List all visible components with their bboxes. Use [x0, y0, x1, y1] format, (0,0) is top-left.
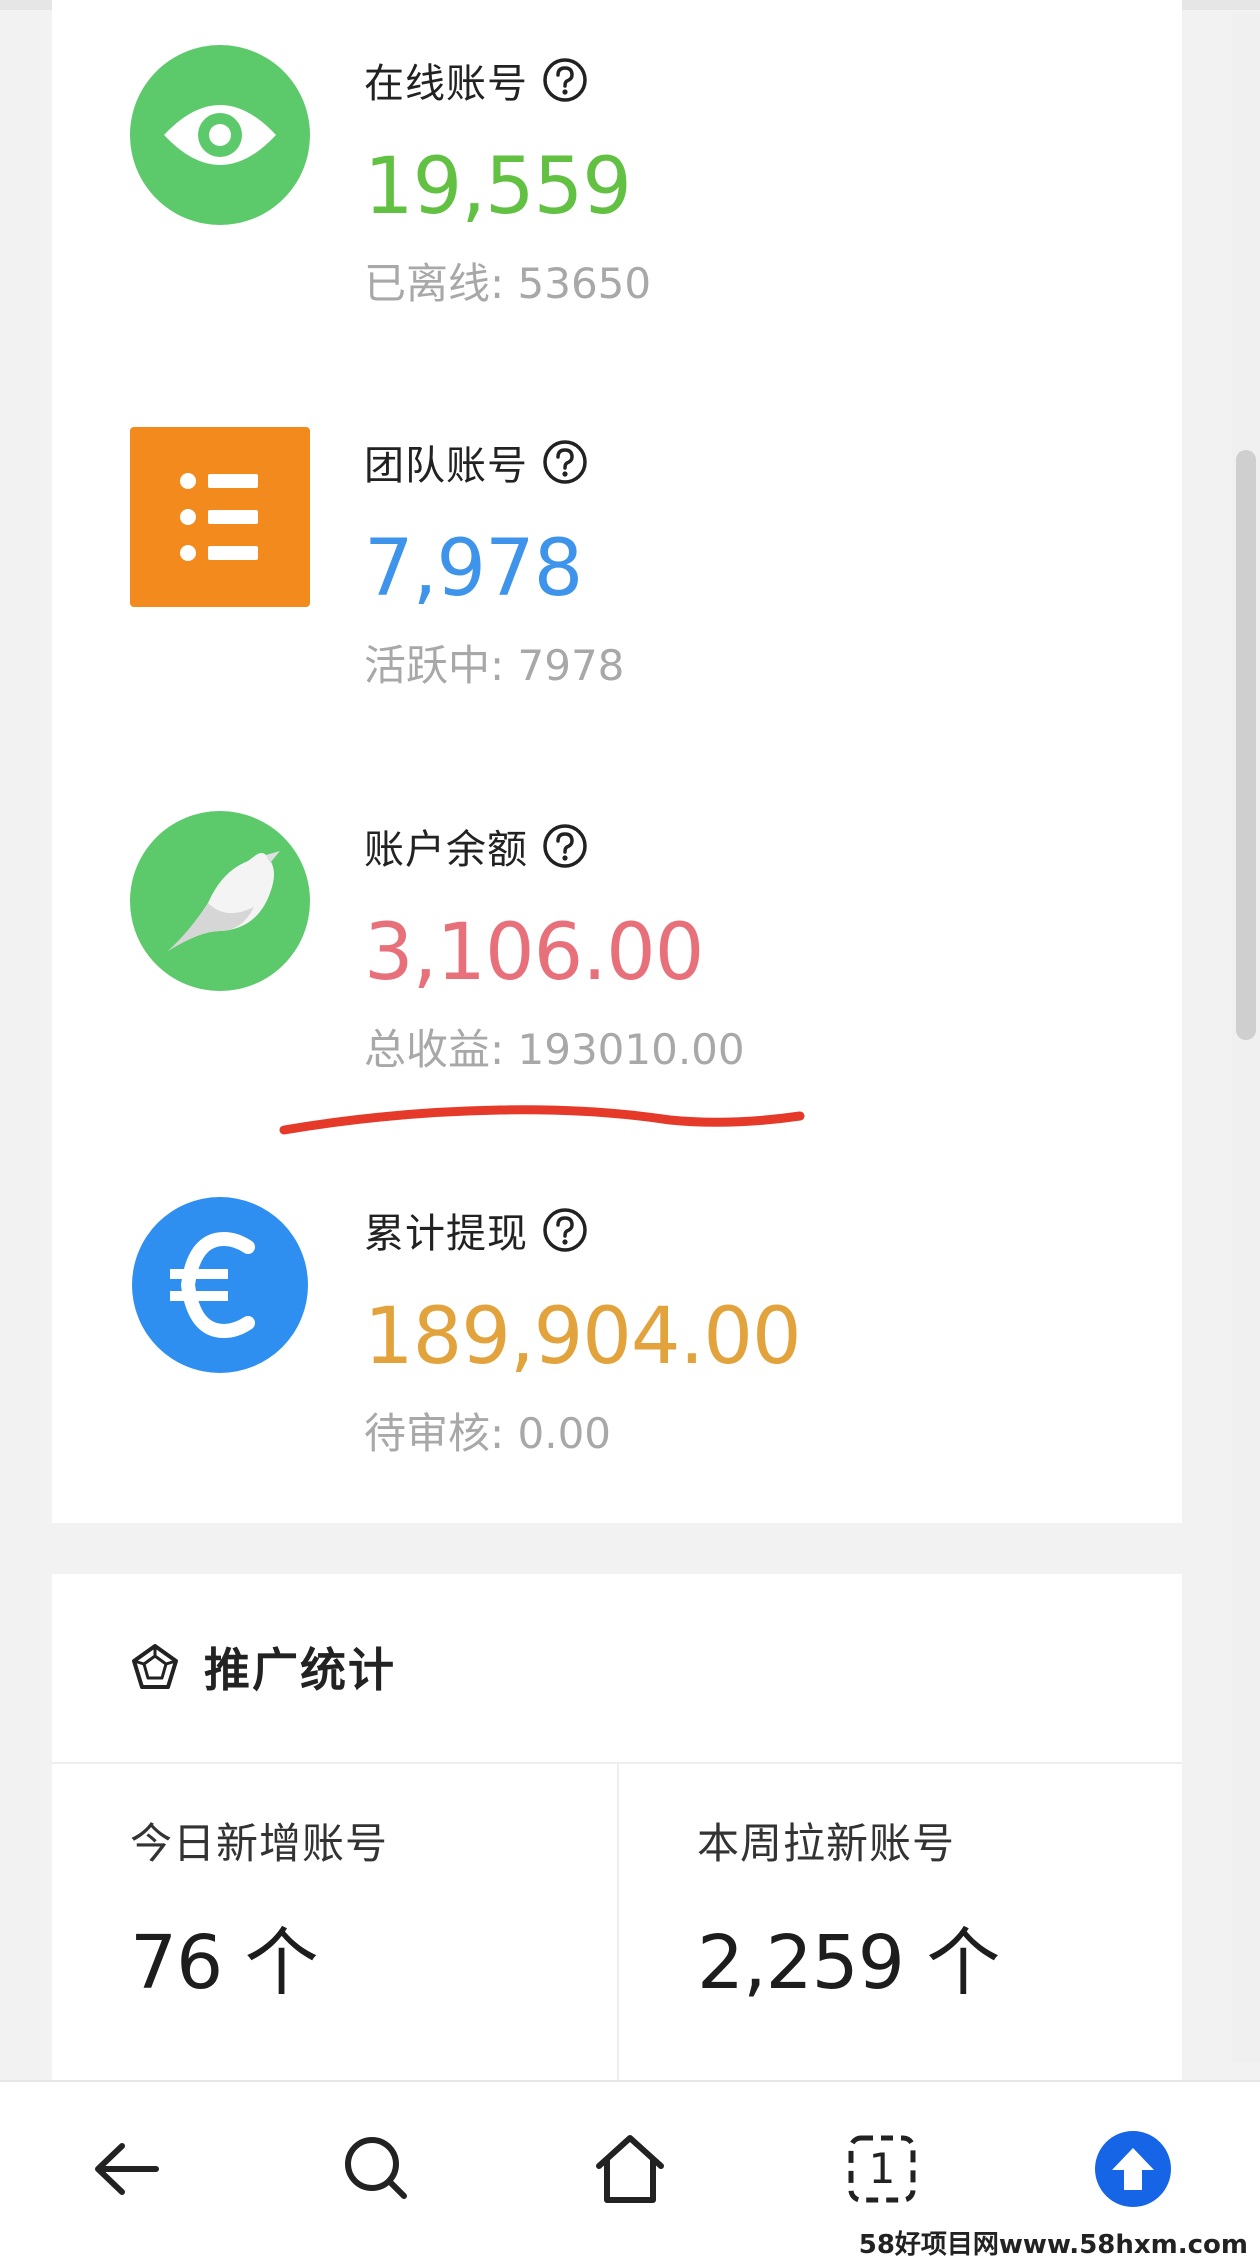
pentagon-icon	[132, 1644, 178, 1689]
stat-value: 3,106.00	[364, 908, 704, 998]
stat-value: 189,904.00	[364, 1292, 802, 1382]
stats-card: 在线账号 19,559 已离线: 53650 团队账号 7,978 活跃中: 7…	[52, 0, 1182, 1523]
promo-title: 推广统计	[204, 1643, 396, 1697]
stat-value: 19,559	[364, 142, 632, 232]
eye-icon	[130, 45, 310, 225]
stat-title: 账户余额	[364, 827, 528, 873]
stat-sub: 待审核: 0.00	[364, 1409, 612, 1458]
promo-cell-week-new[interactable]: 本周拉新账号 2,259 个	[697, 1810, 1000, 2010]
tabs-button[interactable]: 1	[837, 2124, 927, 2214]
help-icon[interactable]	[542, 823, 588, 869]
upload-icon[interactable]	[1088, 2124, 1178, 2214]
stat-account-balance[interactable]: 账户余额 3,106.00 总收益: 193010.00	[52, 766, 1182, 1126]
stat-title: 在线账号	[364, 61, 528, 107]
red-underline-annotation	[279, 1105, 805, 1135]
watermark: 58好项目网www.58hxm.com	[852, 2224, 1254, 2261]
help-icon[interactable]	[542, 1207, 588, 1253]
help-icon[interactable]	[542, 57, 588, 103]
stat-title: 累计提现	[364, 1211, 528, 1257]
stat-title: 团队账号	[364, 443, 528, 489]
stat-online-accounts[interactable]: 在线账号 19,559 已离线: 53650	[52, 0, 1182, 360]
stat-value: 7,978	[364, 524, 583, 614]
scrollbar-thumb[interactable]	[1236, 450, 1256, 1040]
divider	[617, 1764, 619, 2094]
promo-cell-value: 2,259 个	[697, 1920, 1000, 2006]
promo-cell-today-new[interactable]: 今日新增账号 76 个	[130, 1810, 388, 2010]
promo-header: 推广统计	[130, 1634, 396, 1700]
list-icon	[130, 427, 310, 607]
help-icon[interactable]	[542, 439, 588, 485]
home-icon[interactable]	[585, 2124, 675, 2214]
euro-icon	[132, 1197, 308, 1373]
bird-icon	[130, 811, 310, 991]
tab-count: 1	[868, 2144, 896, 2193]
promo-card: 推广统计 今日新增账号 76 个 本周拉新账号 2,259 个	[52, 1574, 1182, 2094]
stat-team-accounts[interactable]: 团队账号 7,978 活跃中: 7978	[52, 382, 1182, 742]
bottom-nav-bar: 1 58好项目网www.58hxm.com	[0, 2080, 1260, 2265]
stat-sub: 已离线: 53650	[364, 259, 652, 308]
back-arrow-icon[interactable]	[82, 2124, 172, 2214]
promo-cell-value: 76 个	[130, 1920, 319, 2006]
stat-total-withdrawn[interactable]: 累计提现 189,904.00 待审核: 0.00	[52, 1150, 1182, 1510]
stat-sub: 总收益: 193010.00	[364, 1025, 745, 1074]
search-icon[interactable]	[332, 2124, 422, 2214]
promo-cell-label: 今日新增账号	[130, 1819, 389, 1868]
stat-sub: 活跃中: 7978	[364, 641, 625, 690]
promo-cell-label: 本周拉新账号	[697, 1819, 956, 1868]
